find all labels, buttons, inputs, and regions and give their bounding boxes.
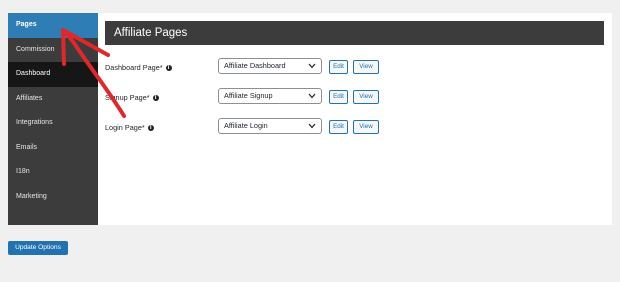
edit-button[interactable]: Edit	[329, 120, 348, 134]
login-page-row: Login Page* i Affiliate Login Edit View	[105, 112, 604, 142]
settings-sidebar: Pages Commission Dashboard Affiliates In…	[8, 13, 98, 225]
chevron-down-icon	[308, 93, 316, 99]
row-label-text: Signup Page*	[105, 93, 150, 102]
update-options-button[interactable]: Update Options	[8, 241, 68, 255]
sidebar-item-marketing[interactable]: Marketing	[8, 185, 98, 210]
sidebar-item-dashboard[interactable]: Dashboard	[8, 62, 98, 87]
view-button[interactable]: View	[353, 60, 379, 74]
select-value: Affiliate Login	[224, 121, 268, 130]
dashboard-page-row: Dashboard Page* i Affiliate Dashboard Ed…	[105, 52, 604, 82]
info-icon[interactable]: i	[165, 64, 172, 71]
view-button[interactable]: View	[353, 120, 379, 134]
dashboard-page-select[interactable]: Affiliate Dashboard	[218, 58, 322, 74]
sidebar-item-affiliates[interactable]: Affiliates	[8, 87, 98, 112]
signup-page-label: Signup Page* i	[105, 93, 159, 102]
main-content: Affiliate Pages Dashboard Page* i Affili…	[105, 21, 604, 142]
settings-panel: Pages Commission Dashboard Affiliates In…	[8, 13, 612, 225]
sidebar-item-emails[interactable]: Emails	[8, 136, 98, 161]
edit-button[interactable]: Edit	[329, 60, 348, 74]
chevron-down-icon	[308, 123, 316, 129]
row-label-text: Dashboard Page*	[105, 63, 163, 72]
info-icon[interactable]: i	[152, 94, 159, 101]
sidebar-item-integrations[interactable]: Integrations	[8, 111, 98, 136]
info-icon[interactable]: i	[147, 124, 154, 131]
page-title: Affiliate Pages	[105, 21, 604, 45]
row-label-text: Login Page*	[105, 123, 145, 132]
view-button[interactable]: View	[353, 90, 379, 104]
signup-page-row: Signup Page* i Affiliate Signup Edit Vie…	[105, 82, 604, 112]
dashboard-page-label: Dashboard Page* i	[105, 63, 172, 72]
login-page-label: Login Page* i	[105, 123, 154, 132]
edit-button[interactable]: Edit	[329, 90, 348, 104]
sidebar-item-pages[interactable]: Pages	[8, 13, 98, 38]
signup-page-select[interactable]: Affiliate Signup	[218, 88, 322, 104]
select-value: Affiliate Signup	[224, 91, 273, 100]
select-value: Affiliate Dashboard	[224, 61, 286, 70]
sidebar-item-i18n[interactable]: I18n	[8, 160, 98, 185]
chevron-down-icon	[308, 63, 316, 69]
sidebar-item-commission[interactable]: Commission	[8, 38, 98, 63]
login-page-select[interactable]: Affiliate Login	[218, 118, 322, 134]
